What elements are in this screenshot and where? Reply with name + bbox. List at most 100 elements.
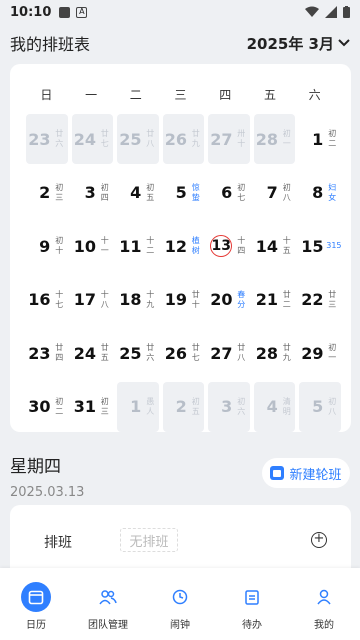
lunar-label: 315 xyxy=(326,241,342,250)
status-bar: 10:10 A xyxy=(0,0,360,24)
lunar-label: 廿六 xyxy=(55,129,64,148)
add-shift-icon[interactable]: + xyxy=(311,532,327,548)
calendar-day[interactable]: 23 廿四 xyxy=(24,328,70,378)
day-number: 1 xyxy=(312,129,324,149)
calendar-day[interactable]: 17 十八 xyxy=(70,275,116,325)
calendar: 日 一 二 三 四 五 六 23 廿六 24 廿七 25 廿八 26 廿九 27 卅十 28 初一 1 初… xyxy=(10,64,351,432)
calendar-day[interactable]: 27 廿八 xyxy=(206,328,252,378)
calendar-day[interactable]: 7 初八 xyxy=(252,168,298,218)
day-number: 28 xyxy=(255,343,279,363)
calendar-day-other-month[interactable]: 5 初八 xyxy=(299,381,341,432)
day-number: 31 xyxy=(73,397,97,416)
weekday-label: 一 xyxy=(85,87,98,102)
calendar-day-other-month[interactable]: 3 初六 xyxy=(208,381,250,432)
calendar-day-other-month[interactable]: 24 廿七 xyxy=(71,114,113,164)
tab-alarm[interactable]: 闹钟 xyxy=(144,568,216,640)
tab-todo[interactable]: 待办 xyxy=(216,568,288,640)
calendar-day[interactable]: 3 初四 xyxy=(70,168,116,218)
calendar-day[interactable]: 11 十二 xyxy=(115,221,161,271)
calendar-day-other-month[interactable]: 1 愚人 xyxy=(117,381,159,432)
calendar-day[interactable]: 30 初二 xyxy=(24,382,70,432)
selected-date: 2025.03.13 xyxy=(10,485,85,500)
selected-weekday: 星期四 xyxy=(10,457,61,477)
page-title: 我的排班表 xyxy=(10,35,91,54)
lunar-label: 廿四 xyxy=(55,343,64,362)
day-number: 6 xyxy=(221,183,233,202)
calendar-day[interactable]: 16 十七 xyxy=(24,275,70,325)
lunar-label: 愚人 xyxy=(146,396,155,416)
calendar-day[interactable]: 15 315 xyxy=(297,221,343,271)
day-number: 22 xyxy=(301,290,324,309)
calendar-day[interactable]: 1 初二 xyxy=(297,114,343,164)
day-number: 12 xyxy=(164,236,188,256)
calendar-day-other-month[interactable]: 25 廿八 xyxy=(117,114,159,164)
calendar-day-other-month[interactable]: 4 清明 xyxy=(253,381,295,432)
calendar-day[interactable]: 2 初三 xyxy=(24,168,70,218)
tab-team-management[interactable]: 团队管理 xyxy=(72,568,144,640)
calendar-day[interactable]: 22 廿三 xyxy=(297,275,343,325)
calendar-day[interactable]: 5 惊蛰 xyxy=(161,168,207,218)
day-number: 5 xyxy=(175,183,187,202)
calendar-add-icon xyxy=(270,466,285,480)
calendar-day[interactable]: 4 初五 xyxy=(115,168,161,218)
calendar-day[interactable]: 28 廿九 xyxy=(252,328,298,378)
calendar-day[interactable]: 14 十五 xyxy=(252,221,298,271)
day-number: 2 xyxy=(175,397,187,416)
calendar-grid: 23 廿六 24 廿七 25 廿八 26 廿九 27 卅十 28 初一 1 初二 2 初三 3 初四 4 初五 5 惊蛰 6… xyxy=(24,114,343,435)
calendar-day[interactable]: 25 廿六 xyxy=(115,328,161,378)
day-number: 26 xyxy=(164,129,188,149)
day-number: 19 xyxy=(164,290,188,309)
calendar-day-today[interactable]: 13 十四 xyxy=(206,221,252,271)
lunar-label: 廿八 xyxy=(237,343,246,362)
lunar-label: 廿八 xyxy=(146,129,155,148)
lunar-label: 初八 xyxy=(282,182,291,202)
calendar-day[interactable]: 26 廿七 xyxy=(161,328,207,378)
tab-label: 待办 xyxy=(242,620,262,631)
day-number: 23 xyxy=(28,343,51,363)
calendar-day[interactable]: 29 初一 xyxy=(297,328,343,378)
calendar-day[interactable]: 19 廿十 xyxy=(161,275,207,325)
calendar-day-other-month[interactable]: 23 廿六 xyxy=(26,114,68,164)
calendar-day[interactable]: 12 植树 xyxy=(161,221,207,271)
app-notification-icon: A xyxy=(76,6,88,18)
calendar-icon xyxy=(21,582,51,612)
day-number: 14 xyxy=(255,236,279,256)
calendar-day[interactable]: 21 廿二 xyxy=(252,275,298,325)
calendar-day-other-month[interactable]: 27 卅十 xyxy=(208,114,250,164)
status-time: 10:10 xyxy=(10,4,52,20)
tab-label: 团队管理 xyxy=(88,620,128,631)
calendar-day[interactable]: 20 春分 xyxy=(206,275,252,325)
calendar-day-other-month[interactable]: 2 初五 xyxy=(162,381,204,432)
calendar-day[interactable]: 18 十九 xyxy=(115,275,161,325)
shift-label: 排班 xyxy=(44,535,72,551)
weekday-label: 日 xyxy=(40,87,53,102)
tab-calendar[interactable]: 日历 xyxy=(0,568,72,640)
lunar-label: 廿五 xyxy=(100,343,109,362)
lunar-label: 初四 xyxy=(100,182,109,202)
lunar-label: 十四 xyxy=(237,236,246,255)
calendar-day[interactable]: 10 十一 xyxy=(70,221,116,271)
lunar-label: 妇女 xyxy=(328,182,337,202)
calendar-day-other-month[interactable]: 26 廿九 xyxy=(162,114,204,164)
calendar-day[interactable]: 6 初七 xyxy=(206,168,252,218)
lunar-label: 初三 xyxy=(55,182,64,202)
new-shift-button[interactable]: 新建轮班 xyxy=(262,458,350,488)
calendar-day[interactable]: 8 妇女 xyxy=(297,168,343,218)
calendar-day[interactable]: 24 廿五 xyxy=(70,328,116,378)
day-number: 13 xyxy=(210,235,233,257)
lunar-label: 初二 xyxy=(328,129,337,148)
calendar-day[interactable]: 31 初三 xyxy=(70,382,116,432)
day-number: 16 xyxy=(28,290,51,309)
day-number: 25 xyxy=(119,129,142,149)
tab-me[interactable]: 我的 xyxy=(288,568,360,640)
month-selector[interactable]: 2025年 3月 xyxy=(247,33,350,54)
day-number: 30 xyxy=(28,397,51,416)
lunar-label: 初六 xyxy=(237,396,246,416)
calendar-day[interactable]: 9 初十 xyxy=(24,221,70,271)
month-label: 2025年 3月 xyxy=(246,34,334,53)
lunar-label: 初五 xyxy=(191,396,200,416)
day-number: 21 xyxy=(255,290,279,309)
lunar-label: 初十 xyxy=(55,236,64,255)
calendar-day-other-month[interactable]: 28 初一 xyxy=(253,114,295,164)
shift-card: 排班 无排班 + xyxy=(10,505,351,575)
